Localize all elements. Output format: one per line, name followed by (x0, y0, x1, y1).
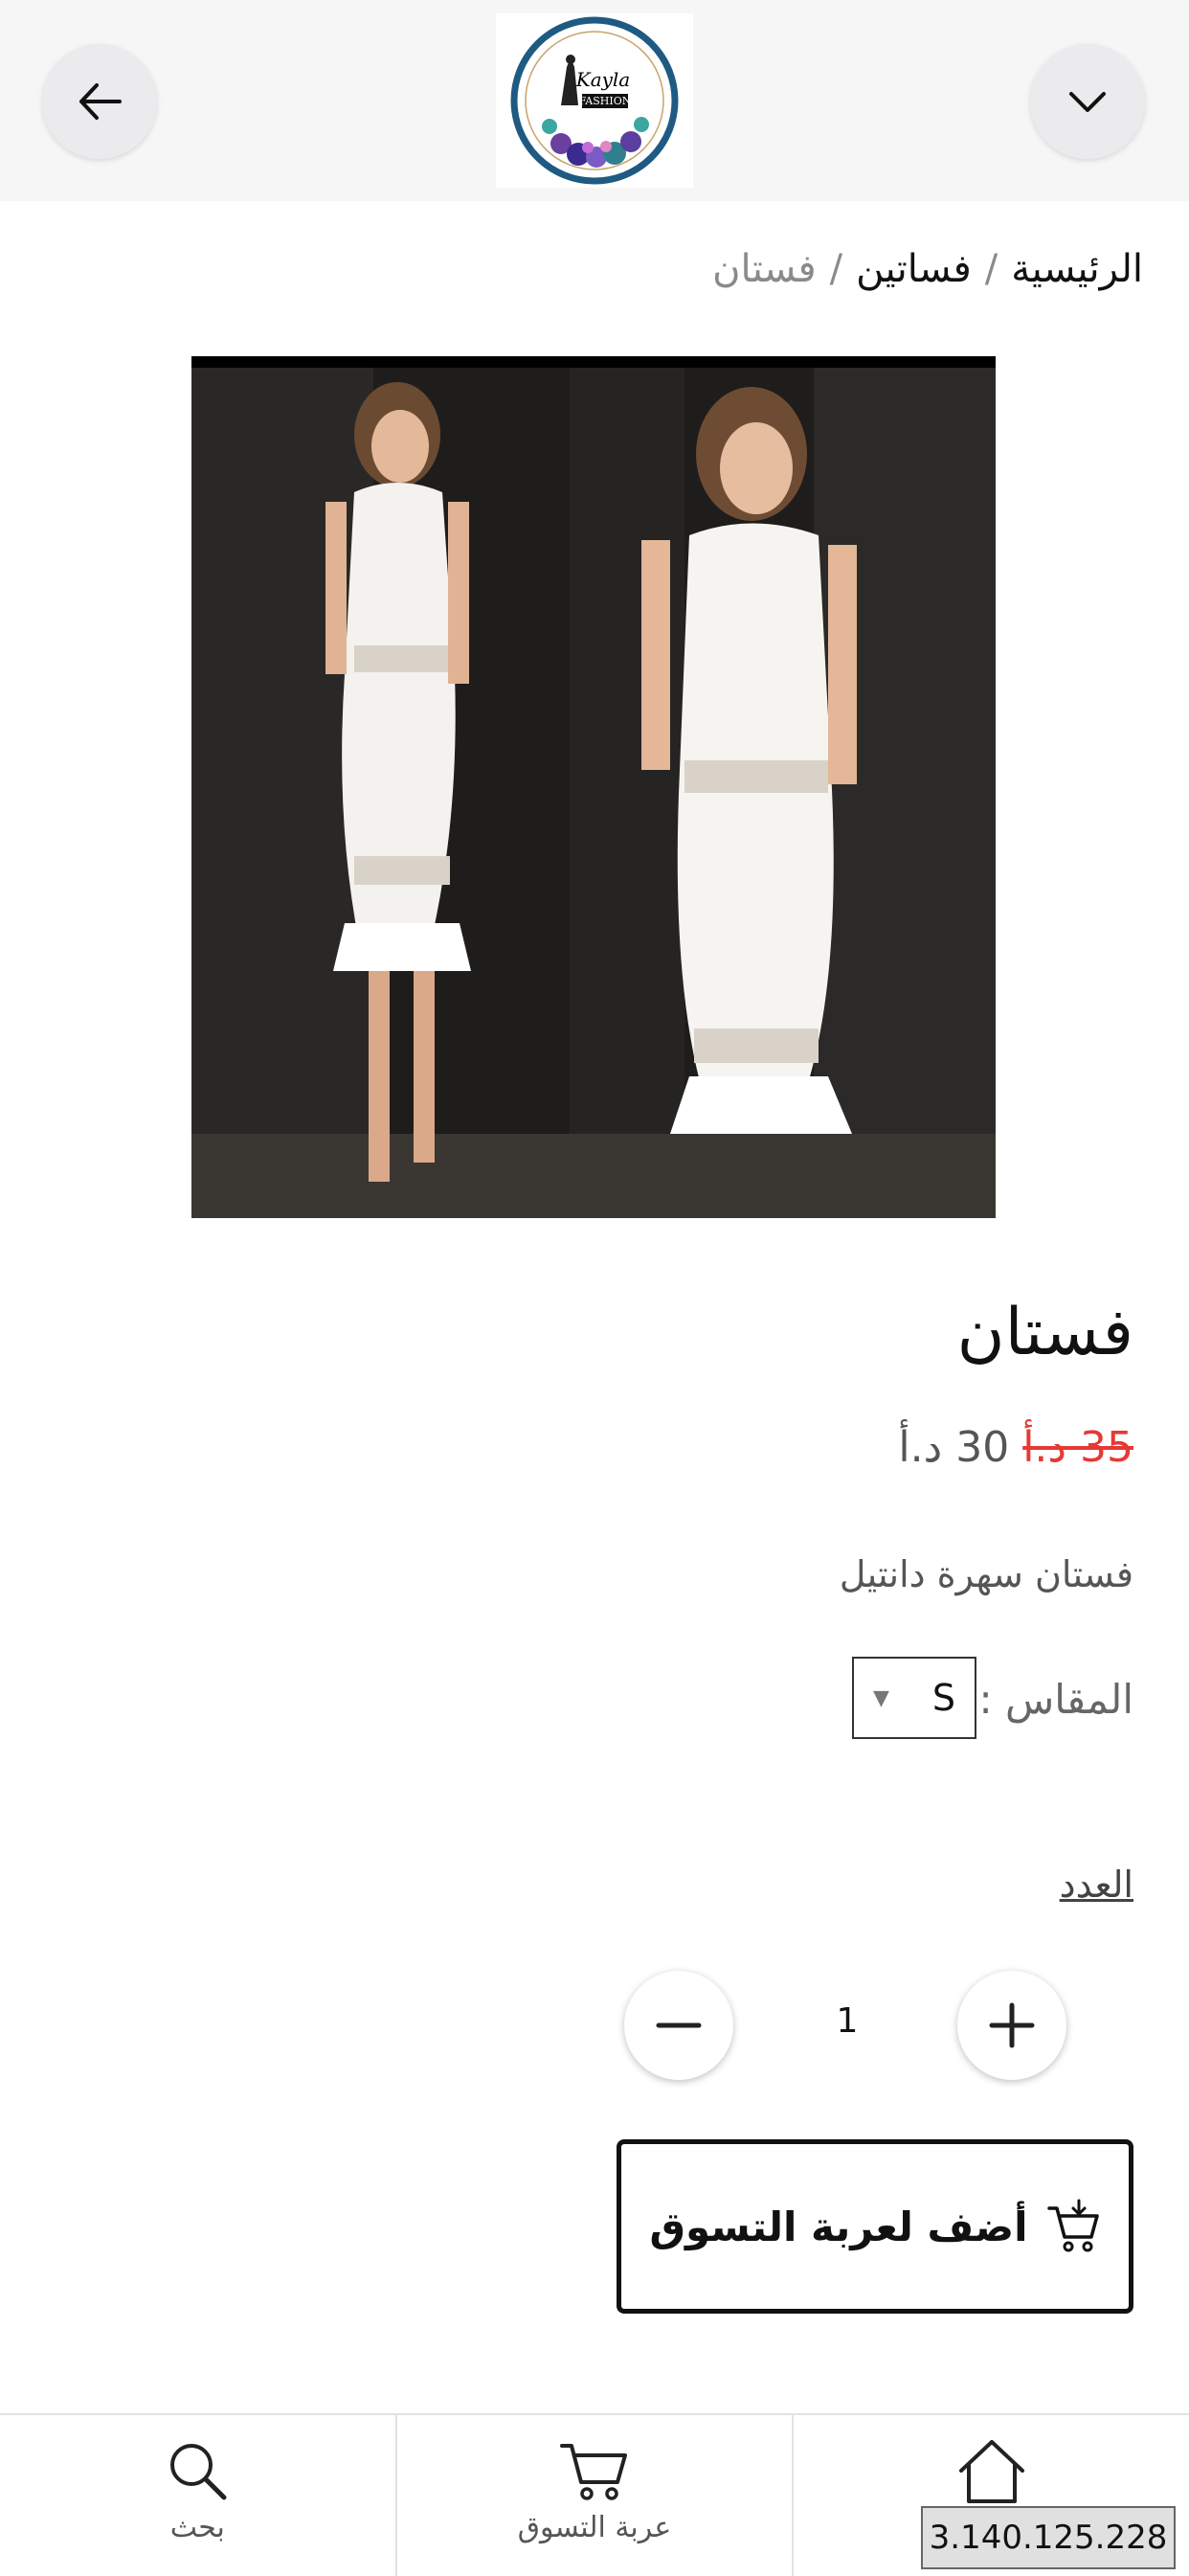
price-row: 35 د.أ 30 د.أ (898, 1423, 1133, 1472)
size-value: S (931, 1677, 955, 1719)
quantity-value: 1 (836, 2001, 859, 2041)
nav-search-label: بحث (169, 2511, 225, 2544)
cart-add-icon (1046, 2199, 1099, 2252)
product-description: فستان سهرة دانتيل (839, 1553, 1133, 1595)
nav-search[interactable]: بحث (0, 2415, 395, 2576)
cart-icon (560, 2444, 627, 2500)
plus-icon (989, 2002, 1035, 2048)
add-to-cart-label: أضف لعربة التسوق (649, 2203, 1028, 2250)
breadcrumb-current: فستان (712, 247, 817, 291)
brand-logo[interactable]: Kayla FASHION (496, 13, 693, 188)
breadcrumb-separator: / (829, 247, 843, 291)
nav-cart[interactable]: عربة التسوق (394, 2415, 793, 2576)
product-photo (191, 368, 996, 1218)
size-label: المقاس : (978, 1676, 1133, 1723)
product-title: فستان (956, 1295, 1133, 1370)
logo-name: Kayla (575, 68, 630, 91)
size-select[interactable]: ▼ S (852, 1657, 976, 1739)
breadcrumb: الرئيسية / فساتين / فستان (712, 247, 1143, 291)
decrease-quantity-button[interactable] (624, 1971, 733, 2080)
chevron-down-icon (1069, 92, 1106, 112)
current-price: 30 د.أ (898, 1423, 1010, 1472)
increase-quantity-button[interactable] (957, 1971, 1066, 2080)
breadcrumb-dresses[interactable]: فساتين (856, 247, 972, 291)
dropdown-arrow-icon: ▼ (873, 1685, 889, 1710)
ip-address-overlay: 3.140.125.228 (921, 2506, 1176, 2569)
minus-icon (656, 2022, 702, 2028)
add-to-cart-button[interactable]: أضف لعربة التسوق (617, 2139, 1133, 2314)
quantity-label: العدد (1059, 1864, 1133, 1906)
breadcrumb-separator: / (984, 247, 998, 291)
product-image[interactable] (191, 356, 996, 1218)
old-price: 35 د.أ (1022, 1423, 1133, 1472)
search-icon (170, 2444, 227, 2500)
app-header: Kayla FASHION (0, 0, 1189, 201)
nav-cart-label: عربة التسوق (517, 2511, 672, 2544)
arrow-left-icon (79, 83, 122, 120)
back-button[interactable] (42, 44, 157, 159)
logo-sub: FASHION (579, 95, 632, 107)
menu-toggle-button[interactable] (1030, 44, 1145, 159)
logo-graphic: Kayla FASHION (510, 16, 679, 185)
home-icon (958, 2440, 1024, 2503)
breadcrumb-home[interactable]: الرئيسية (1011, 247, 1143, 291)
